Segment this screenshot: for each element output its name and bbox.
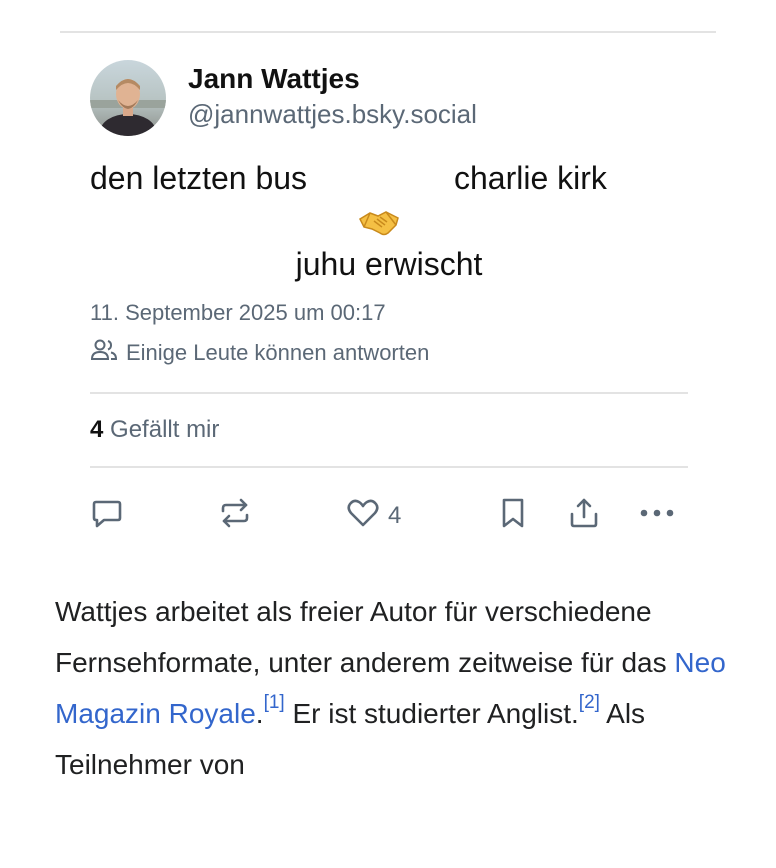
repost-button[interactable]: [218, 496, 252, 535]
like-count: 4: [388, 501, 402, 529]
repost-icon: [218, 496, 252, 535]
author-name[interactable]: Jann Wattjes: [188, 62, 477, 96]
post-text-line3: juhu erwischt: [295, 246, 483, 282]
reply-button[interactable]: [90, 496, 124, 535]
more-options-button[interactable]: [638, 496, 676, 535]
share-icon: [567, 496, 601, 535]
share-button[interactable]: [567, 496, 601, 535]
likes-label: Gefällt mir: [110, 416, 220, 443]
avatar[interactable]: [90, 60, 166, 136]
more-icon: [638, 496, 676, 535]
top-divider: [60, 31, 716, 33]
like-icon: [346, 496, 380, 535]
post-text-line1-left: den letzten bus: [90, 160, 308, 196]
reply-permission[interactable]: Einige Leute können antworten: [90, 338, 688, 368]
article-paragraph: Wattjes arbeitet als freier Autor für ve…: [55, 586, 735, 790]
article-text: Er ist studierter Anglist.: [284, 698, 579, 729]
handshake-emoji: [358, 208, 400, 245]
article-text: .: [255, 698, 264, 729]
likes-summary[interactable]: 4 Gefällt mir: [90, 394, 688, 466]
article-text: Wattjes arbeitet als freier Autor für ve…: [55, 596, 675, 678]
post-actions: 4: [90, 468, 688, 558]
post-text: den letzten bus charlie kirk juhu erwisc…: [90, 158, 688, 298]
likes-count: 4: [90, 416, 104, 443]
bluesky-post-embed: Jann Wattjes @jannwattjes.bsky.social de…: [90, 60, 688, 558]
reply-icon: [90, 496, 124, 535]
people-icon: [90, 338, 126, 368]
bookmark-button[interactable]: [496, 496, 530, 535]
bookmark-icon: [496, 496, 530, 535]
post-text-line1-right: charlie kirk: [454, 160, 607, 196]
author-handle[interactable]: @jannwattjes.bsky.social: [188, 98, 477, 130]
post-timestamp[interactable]: 11. September 2025 um 00:17: [90, 300, 688, 326]
footnote-ref-1[interactable]: [1]: [264, 692, 285, 713]
like-button[interactable]: 4: [346, 496, 401, 535]
post-author-row[interactable]: Jann Wattjes @jannwattjes.bsky.social: [90, 60, 688, 136]
footnote-ref-2[interactable]: [2]: [579, 692, 600, 713]
reply-permission-label: Einige Leute können antworten: [126, 340, 430, 365]
